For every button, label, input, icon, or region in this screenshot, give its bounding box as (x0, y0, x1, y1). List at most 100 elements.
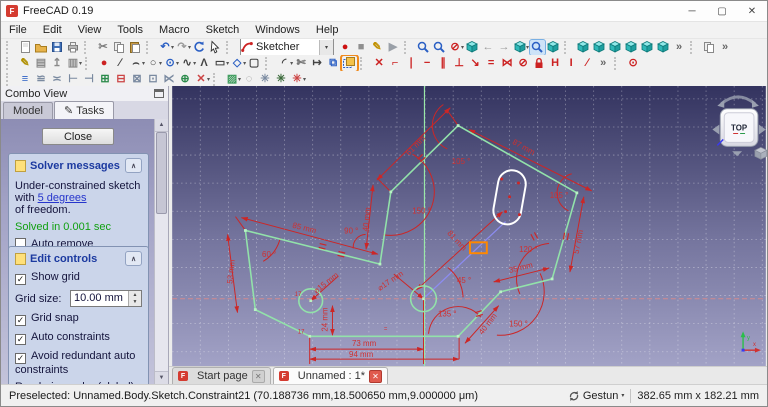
paste-icon[interactable] (128, 40, 143, 55)
create-conic-icon[interactable]: ⊙ (163, 56, 178, 71)
toolbar-grip[interactable] (564, 40, 572, 54)
sketch-vertex[interactable] (308, 334, 312, 338)
bspline-degree-icon[interactable]: ≡ (18, 72, 33, 87)
scrollbar-thumb[interactable] (156, 132, 167, 214)
menu-tools[interactable]: Tools (109, 24, 151, 36)
tab-document[interactable]: F Unnamed : 1* ✕ (272, 367, 389, 384)
view-bottom-icon[interactable] (640, 40, 655, 55)
menu-help[interactable]: Help (308, 24, 347, 36)
windows-dialog-icon[interactable] (702, 40, 717, 55)
toolbar-grip[interactable] (6, 40, 14, 54)
overflow-icon[interactable]: » (596, 56, 611, 71)
view-front-icon[interactable] (576, 40, 591, 55)
menu-windows[interactable]: Windows (247, 24, 308, 36)
menu-sketch[interactable]: Sketch (198, 24, 248, 36)
scroll-up-icon[interactable]: ▲ (155, 119, 168, 132)
constrain-perpendicular-icon[interactable]: ⊥ (452, 56, 467, 71)
create-point-icon[interactable]: ● (97, 56, 112, 71)
dof-link[interactable]: 5 degrees (38, 192, 87, 204)
sketch-vertex[interactable] (456, 334, 460, 338)
bspline-mult-icon[interactable]: ⊣ (82, 72, 97, 87)
sketch-vertex[interactable] (244, 229, 247, 232)
view-menu-icon[interactable] (513, 40, 528, 55)
dimension-label[interactable]: 105 ° (550, 191, 569, 200)
select-origin-icon[interactable]: ◌ (242, 72, 257, 87)
close-tab-icon[interactable]: ✕ (251, 369, 265, 383)
zoom-icon[interactable] (528, 39, 546, 55)
bspline-increase-icon[interactable]: ⊕ (178, 72, 193, 87)
show-grid-checkbox[interactable]: ✓ (15, 274, 26, 285)
axonometric-icon[interactable] (546, 40, 561, 55)
carbon-copy-icon[interactable] (339, 55, 359, 71)
view-top-icon[interactable] (592, 40, 607, 55)
create-circle-icon[interactable]: ○ (146, 56, 161, 71)
menu-view[interactable]: View (70, 24, 110, 36)
dimension-label[interactable]: 150 ° (412, 207, 431, 216)
dimension-label[interactable]: 60 ° (262, 250, 276, 259)
select-elements-constraints-icon[interactable]: ▨ (225, 72, 240, 87)
dimension-label[interactable]: 73 mm (352, 339, 377, 348)
constrain-block-icon[interactable]: ⊘ (516, 56, 531, 71)
create-fillet-icon[interactable]: ◜ (277, 56, 292, 71)
dimension-label[interactable]: 105 ° (452, 157, 471, 166)
toolbar-grip[interactable] (404, 40, 412, 54)
toolbar-grip[interactable] (690, 40, 698, 54)
new-file-icon[interactable] (18, 40, 33, 55)
toolbar-grip[interactable] (6, 72, 14, 86)
redo-icon[interactable]: ↷ (175, 40, 190, 55)
toolbar-grip[interactable] (146, 40, 154, 54)
nav-forward-icon[interactable]: → (497, 40, 512, 55)
copy-icon[interactable] (112, 40, 127, 55)
scroll-down-icon[interactable]: ▼ (155, 371, 168, 384)
create-slot-icon[interactable]: ▢ (247, 56, 262, 71)
constrain-vertical-icon[interactable]: ∣ (404, 56, 419, 71)
create-rectangle-icon[interactable]: ▭ (213, 56, 228, 71)
toggle-constraint-icon[interactable]: ⊙ (626, 56, 641, 71)
close-tab-icon[interactable]: ✕ (369, 369, 383, 383)
spin-down-icon[interactable]: ▼ (129, 298, 141, 306)
nav-back-icon[interactable]: ← (481, 40, 496, 55)
navigation-style-selector[interactable]: Gestun ▾ (568, 390, 624, 402)
macro-play-icon[interactable]: ▶ (386, 40, 401, 55)
dimension-label[interactable]: 24 mm (321, 307, 330, 332)
toolbar-grip[interactable] (84, 40, 92, 54)
constrain-v-distance-icon[interactable]: I (564, 56, 579, 71)
workbench-selector[interactable]: Sketcher ▾ (240, 39, 335, 55)
create-bspline-icon[interactable]: ∿ (180, 56, 195, 71)
macro-stop-icon[interactable]: ■ (354, 40, 369, 55)
macro-edit-icon[interactable]: ✎ (370, 40, 385, 55)
sketch-vertex[interactable] (550, 277, 554, 281)
chevron-down-icon[interactable]: ▾ (319, 39, 334, 55)
macro-record-icon[interactable]: ● (338, 40, 353, 55)
bspline-poly-icon[interactable]: ≌ (34, 72, 49, 87)
fit-selection-icon[interactable] (432, 40, 447, 55)
collapse-icon[interactable]: ∧ (125, 251, 142, 266)
toolbar-grip[interactable] (6, 56, 14, 70)
maximize-button[interactable]: ▢ (707, 1, 737, 21)
tab-model[interactable]: Model (3, 102, 53, 119)
spin-up-icon[interactable]: ▲ (129, 291, 141, 299)
create-line-icon[interactable]: ∕ (113, 56, 128, 71)
sketch-vertex[interactable] (456, 124, 460, 127)
panel-scrollbar[interactable]: ▲ ▼ (154, 119, 168, 384)
view-sketch-icon[interactable]: ▥ (66, 56, 81, 71)
dimension-label[interactable]: 94 mm (349, 350, 374, 359)
switch-virtual-space-icon[interactable]: ✳ (290, 72, 305, 87)
extend-edge-icon[interactable]: ↦ (310, 56, 325, 71)
draw-style-icon[interactable]: ⊘ (448, 40, 463, 55)
dimension-label[interactable]: 90 ° (344, 226, 358, 235)
view-left-icon[interactable] (656, 40, 671, 55)
bspline-remove-knot-icon[interactable]: ⊟ (114, 72, 129, 87)
tab-start-page[interactable]: F Start page ✕ (172, 367, 271, 384)
sketch-vertex[interactable] (378, 262, 382, 266)
create-polygon-icon[interactable]: ◇ (230, 56, 245, 71)
close-task-button[interactable]: Close (42, 128, 114, 145)
bspline-decrease-icon[interactable]: ✕ (194, 72, 209, 87)
menu-edit[interactable]: Edit (35, 24, 70, 36)
view-right-icon[interactable] (608, 40, 623, 55)
dimension-label[interactable]: 135 ° (438, 310, 457, 319)
create-polyline-icon[interactable]: Λ (197, 56, 212, 71)
overflow-icon[interactable]: » (718, 40, 733, 55)
print-icon[interactable] (66, 40, 81, 55)
sketch-vertex[interactable] (499, 290, 503, 294)
